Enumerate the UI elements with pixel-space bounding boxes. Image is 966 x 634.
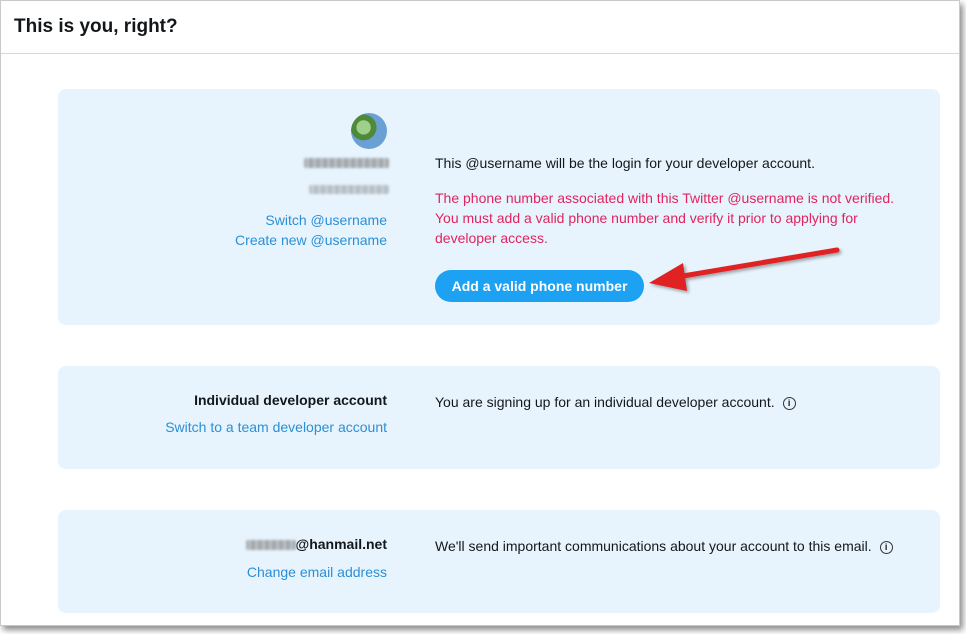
account-type-card: Individual developer account Switch to a… (58, 366, 940, 469)
create-username-link[interactable]: Create new @username (235, 230, 387, 250)
account-card: Switch @username Create new @username Th… (58, 89, 940, 325)
info-icon[interactable]: i (879, 541, 893, 554)
add-phone-button[interactable]: Add a valid phone number (435, 270, 644, 302)
account-type-title: Individual developer account (194, 392, 387, 408)
email-domain: @hanmail.net (295, 536, 387, 552)
login-text: This @username will be the login for you… (435, 155, 815, 171)
switch-team-account-link[interactable]: Switch to a team developer account (165, 417, 387, 437)
change-email-link[interactable]: Change email address (246, 562, 387, 582)
avatar (351, 113, 387, 149)
email-address: @hanmail.net (245, 534, 387, 555)
blurred-username (309, 185, 389, 194)
phone-error-text: The phone number associated with this Tw… (435, 190, 895, 246)
account-type-left: Individual developer account Switch to a… (165, 390, 387, 437)
account-info: This @username will be the login for you… (435, 153, 905, 248)
blurred-email-user (245, 540, 296, 550)
account-type-info: You are signing up for an individual dev… (435, 392, 905, 412)
email-left: @hanmail.net Change email address (245, 534, 387, 582)
email-description: We'll send important communications abou… (435, 538, 872, 554)
email-card: @hanmail.net Change email address We'll … (58, 510, 940, 613)
dialog-header: This is you, right? (1, 1, 959, 54)
account-links: Switch @username Create new @username (235, 210, 387, 250)
info-icon[interactable]: i (782, 397, 796, 410)
blurred-display-name (304, 158, 389, 168)
dialog-window: This is you, right? Switch @username Cre… (0, 0, 960, 626)
account-type-description: You are signing up for an individual dev… (435, 394, 775, 410)
page-title: This is you, right? (14, 16, 178, 37)
email-info: We'll send important communications abou… (435, 536, 925, 556)
switch-username-link[interactable]: Switch @username (235, 210, 387, 230)
